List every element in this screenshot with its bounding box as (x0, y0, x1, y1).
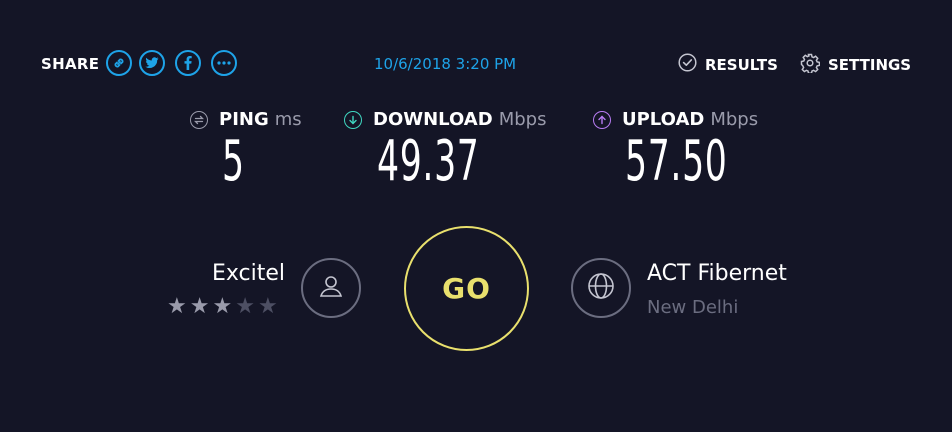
server-globe[interactable] (571, 258, 631, 318)
server-name[interactable]: ACT Fibernet (647, 260, 787, 288)
isp-avatar[interactable] (301, 258, 361, 318)
download-arrow-icon (344, 111, 362, 129)
ping-icon (190, 111, 208, 129)
ping-header: PING ms (190, 109, 302, 131)
globe-icon (587, 272, 615, 304)
ping-value: 5 (222, 129, 245, 194)
star-filled-icon: ★ (212, 294, 233, 319)
user-icon (318, 273, 344, 303)
download-unit: Mbps (498, 109, 547, 130)
test-timestamp: 10/6/2018 3:20 PM (374, 55, 517, 73)
results-link[interactable]: RESULTS (678, 53, 778, 76)
more-icon[interactable] (211, 50, 237, 76)
star-filled-icon: ★ (189, 294, 210, 319)
share-label: SHARE (41, 55, 100, 73)
isp-rating-stars[interactable]: ★ ★ ★ ★ ★ (167, 296, 278, 318)
download-value: 49.37 (377, 129, 480, 194)
server-location: New Delhi (647, 297, 739, 318)
ping-unit: ms (274, 109, 302, 130)
star-empty-icon: ★ (235, 294, 255, 319)
go-button[interactable]: GO (404, 226, 529, 351)
isp-name[interactable]: Excitel (212, 260, 285, 288)
link-icon[interactable] (106, 50, 132, 76)
twitter-icon[interactable] (139, 50, 165, 76)
settings-link[interactable]: SETTINGS (800, 53, 911, 77)
star-filled-icon: ★ (167, 294, 187, 319)
results-label: RESULTS (705, 55, 778, 74)
check-circle-icon (678, 53, 697, 76)
settings-label: SETTINGS (828, 56, 912, 74)
facebook-icon[interactable] (175, 50, 201, 76)
gear-icon (800, 53, 821, 77)
go-label: GO (442, 272, 491, 305)
upload-arrow-icon (593, 111, 611, 129)
upload-value: 57.50 (625, 129, 728, 194)
star-empty-icon: ★ (257, 294, 278, 319)
